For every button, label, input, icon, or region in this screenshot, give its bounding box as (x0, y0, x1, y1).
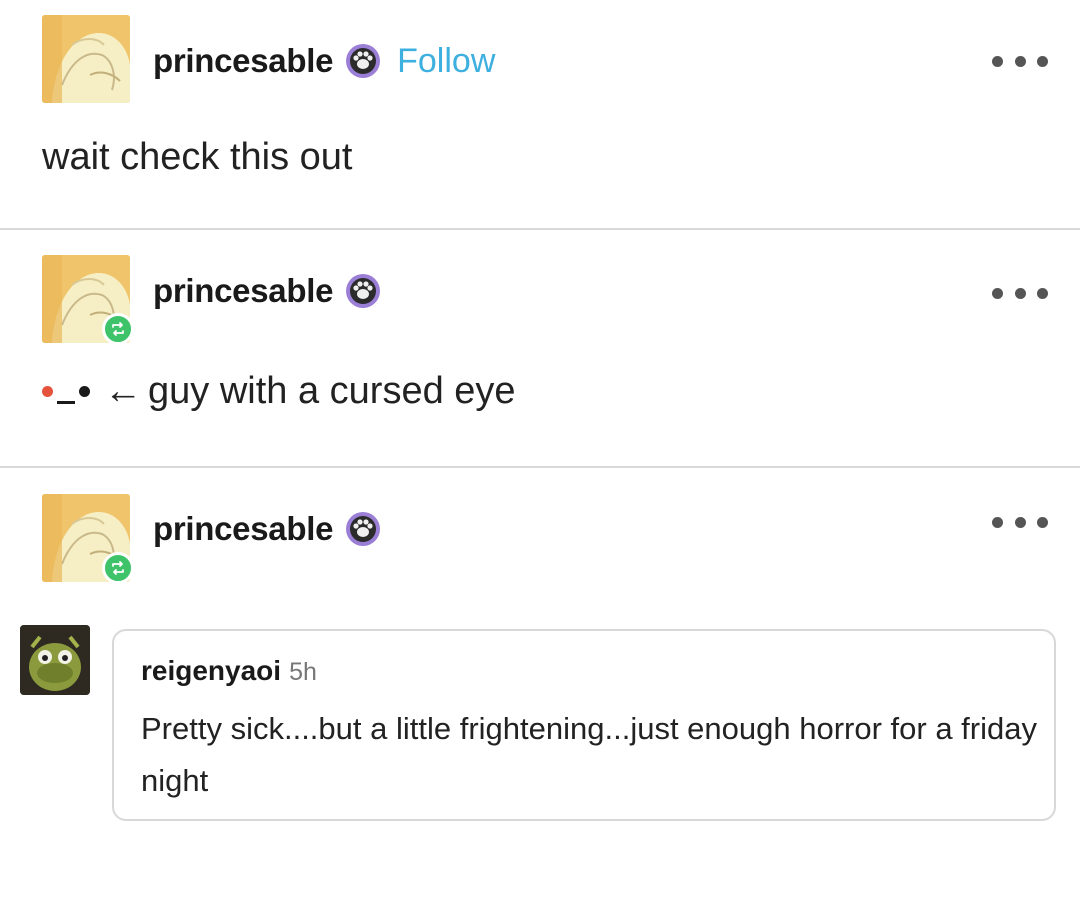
more-options-icon[interactable] (992, 55, 1048, 67)
avatar-image[interactable] (42, 15, 130, 103)
post-text: ← guy with a cursed eye (42, 370, 516, 413)
avatar[interactable] (42, 255, 134, 345)
comment-timestamp: 5h (289, 658, 317, 686)
reblog-icon (102, 552, 134, 584)
paw-icon (346, 274, 381, 308)
eye-icon (79, 386, 90, 397)
cursed-eye-icon (42, 386, 53, 397)
reblog-icon (102, 313, 134, 345)
comment-text: Pretty sick....but a little frightening.… (141, 711, 1037, 798)
post-original: princesable Follow wait check this out (0, 0, 1080, 230)
follow-button[interactable]: Follow (397, 42, 495, 81)
post-reblog-1: princesable ← guy with a cursed eye (0, 230, 1080, 468)
username[interactable]: princesable (153, 42, 333, 80)
more-options-icon[interactable] (992, 516, 1048, 528)
post-caption: guy with a cursed eye (148, 370, 516, 412)
more-options-icon[interactable] (992, 287, 1048, 299)
avatar[interactable] (42, 15, 132, 103)
comment-username[interactable]: reigenyaoi (141, 655, 281, 687)
mouth-glyph (57, 401, 75, 404)
username[interactable]: princesable (153, 510, 333, 548)
avatar[interactable] (42, 494, 134, 584)
commenter-avatar[interactable] (20, 625, 90, 695)
comment-card: reigenyaoi 5h Pretty sick....but a littl… (112, 629, 1056, 821)
post-reblog-2: princesable reigenyaoi 5h Pretty sick...… (0, 468, 1080, 919)
paw-icon (346, 512, 381, 546)
post-header: princesable (153, 504, 381, 554)
post-text: wait check this out (42, 136, 353, 178)
username[interactable]: princesable (153, 272, 333, 310)
comment-header: reigenyaoi 5h (141, 655, 317, 687)
arrow-left-icon: ← (104, 370, 142, 412)
post-header: princesable Follow (153, 36, 495, 86)
post-header: princesable (153, 266, 381, 316)
paw-icon (346, 44, 381, 78)
